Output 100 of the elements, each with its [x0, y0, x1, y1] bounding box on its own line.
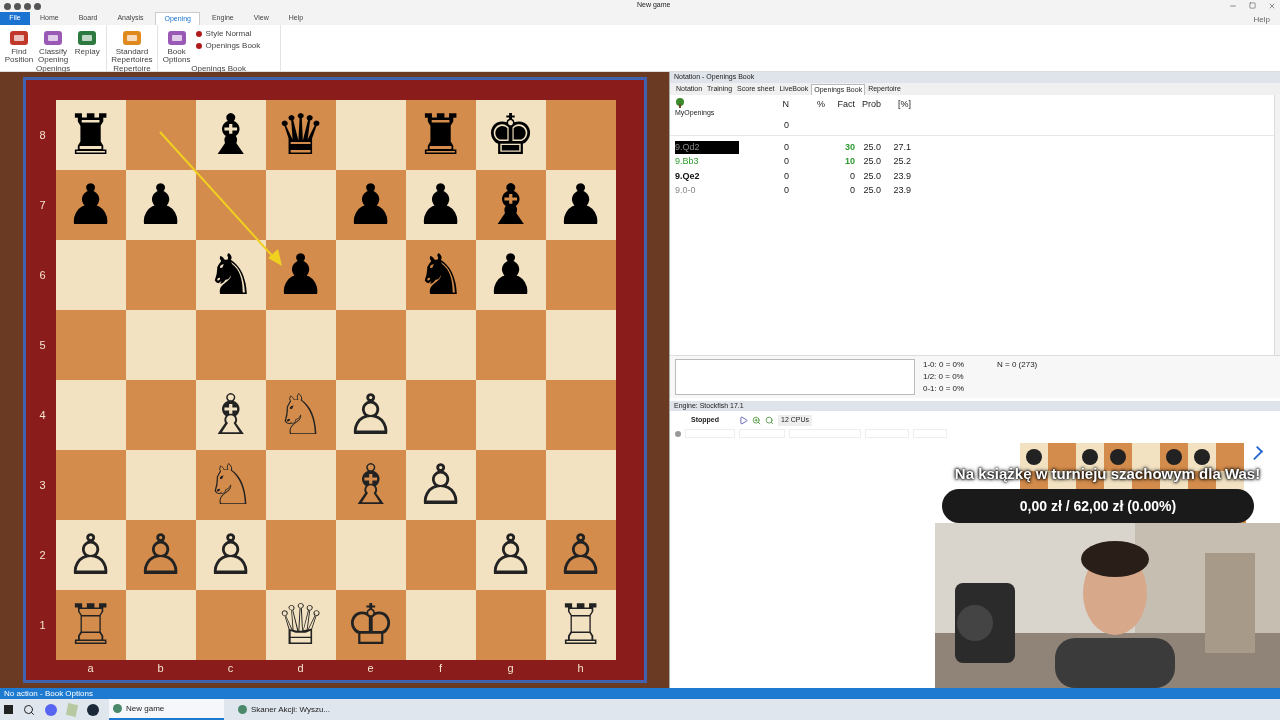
chess-piece[interactable]: ♜: [65, 107, 116, 163]
chess-piece[interactable]: ♟: [485, 247, 536, 303]
book-move[interactable]: 9.Bb3: [675, 155, 739, 169]
chess-piece[interactable]: ♛: [275, 107, 326, 163]
board-square[interactable]: ♘: [265, 380, 336, 450]
search-icon[interactable]: [23, 703, 35, 716]
board-square[interactable]: ♟: [265, 240, 336, 310]
comment-field[interactable]: [675, 359, 915, 395]
chess-piece[interactable]: ♙: [345, 387, 396, 443]
board-square[interactable]: ♟: [475, 240, 546, 310]
chess-piece[interactable]: ♟: [415, 177, 466, 233]
board-square[interactable]: [55, 310, 126, 380]
board-square[interactable]: [195, 590, 266, 660]
board-square[interactable]: [405, 590, 476, 660]
board-square[interactable]: ♔: [335, 590, 406, 660]
board-square[interactable]: [545, 380, 616, 450]
board-square[interactable]: ♟: [55, 170, 126, 240]
board-square[interactable]: ♛: [265, 100, 336, 170]
ribbon-dropdown[interactable]: Openings Book: [195, 41, 276, 51]
chess-piece[interactable]: ♘: [205, 457, 256, 513]
board-square[interactable]: ♜: [405, 100, 476, 170]
board-square[interactable]: [475, 380, 546, 450]
board-square[interactable]: [125, 240, 196, 310]
chess-piece[interactable]: ♘: [275, 387, 326, 443]
play-icon[interactable]: [739, 416, 748, 425]
board-square[interactable]: [545, 310, 616, 380]
board-square[interactable]: [265, 520, 336, 590]
chess-piece[interactable]: ♖: [65, 597, 116, 653]
board-square[interactable]: ♕: [265, 590, 336, 660]
board-square[interactable]: ♟: [125, 170, 196, 240]
book-move[interactable]: 9.0-0: [675, 184, 739, 198]
board-square[interactable]: [125, 100, 196, 170]
board-square[interactable]: [405, 520, 476, 590]
zoom-in-icon[interactable]: [752, 416, 761, 425]
board-square[interactable]: ♚: [475, 100, 546, 170]
board-square[interactable]: [265, 310, 336, 380]
board-square[interactable]: [405, 380, 476, 450]
chess-piece[interactable]: ♚: [485, 107, 536, 163]
chess-piece[interactable]: ♝: [485, 177, 536, 233]
chess-piece[interactable]: ♕: [275, 597, 326, 653]
board-square[interactable]: [335, 100, 406, 170]
board-square[interactable]: [545, 450, 616, 520]
board-square[interactable]: ♙: [125, 520, 196, 590]
board-square[interactable]: ♗: [195, 380, 266, 450]
board-square[interactable]: [265, 450, 336, 520]
chat-app-icon[interactable]: [45, 703, 57, 716]
chess-piece[interactable]: ♙: [555, 527, 606, 583]
board-square[interactable]: ♝: [195, 100, 266, 170]
board-square[interactable]: [335, 310, 406, 380]
chess-piece[interactable]: ♖: [555, 597, 606, 653]
board-square[interactable]: ♙: [335, 380, 406, 450]
chess-piece[interactable]: ♙: [415, 457, 466, 513]
taskbar-button[interactable]: New game: [109, 699, 224, 720]
board-square[interactable]: ♙: [475, 520, 546, 590]
board-square[interactable]: [195, 310, 266, 380]
taskbar-button[interactable]: Skaner Akcji: Wyszu...: [234, 699, 349, 720]
board-square[interactable]: ♟: [545, 170, 616, 240]
board-square[interactable]: [475, 310, 546, 380]
board-square[interactable]: ♞: [195, 240, 266, 310]
chess-piece[interactable]: ♙: [485, 527, 536, 583]
ribbon-dropdown[interactable]: Style Normal: [195, 29, 276, 39]
chess-piece[interactable]: ♔: [345, 597, 396, 653]
board-square[interactable]: ♙: [405, 450, 476, 520]
chess-piece[interactable]: ♟: [275, 247, 326, 303]
board-square[interactable]: ♟: [405, 170, 476, 240]
board-square[interactable]: ♝: [475, 170, 546, 240]
board-square[interactable]: [125, 310, 196, 380]
board-square[interactable]: [125, 450, 196, 520]
book-move[interactable]: 9.Qe2: [675, 169, 739, 183]
ribbon-button[interactable]: Standard Repertoires: [111, 28, 153, 64]
board-square[interactable]: ♘: [195, 450, 266, 520]
board-square[interactable]: [335, 240, 406, 310]
board-square[interactable]: [335, 520, 406, 590]
book-move[interactable]: 9.Qd2: [675, 140, 739, 154]
board-square[interactable]: [545, 100, 616, 170]
chess-piece[interactable]: ♟: [135, 177, 186, 233]
chess-piece[interactable]: ♟: [555, 177, 606, 233]
maximize-icon[interactable]: [1249, 2, 1256, 9]
board-square[interactable]: [545, 240, 616, 310]
chess-piece[interactable]: ♞: [205, 247, 256, 303]
chess-piece[interactable]: ♙: [65, 527, 116, 583]
board-square[interactable]: [475, 450, 546, 520]
board-square[interactable]: [55, 240, 126, 310]
ribbon-button[interactable]: Book Options: [161, 28, 192, 64]
game-store-icon[interactable]: [87, 703, 99, 716]
board-square[interactable]: ♜: [55, 100, 126, 170]
board-square[interactable]: [55, 450, 126, 520]
start-icon[interactable]: [4, 705, 13, 714]
help-link[interactable]: Help: [1253, 14, 1270, 26]
board-square[interactable]: ♖: [545, 590, 616, 660]
board-square[interactable]: [55, 380, 126, 450]
ribbon-button[interactable]: Find Position: [4, 28, 34, 64]
board-square[interactable]: [195, 170, 266, 240]
board-square[interactable]: [475, 590, 546, 660]
board-square[interactable]: ♙: [195, 520, 266, 590]
chess-piece[interactable]: ♟: [345, 177, 396, 233]
board-square[interactable]: ♗: [335, 450, 406, 520]
minimize-icon[interactable]: [1229, 2, 1237, 10]
chess-piece[interactable]: ♗: [345, 457, 396, 513]
chess-piece[interactable]: ♙: [135, 527, 186, 583]
